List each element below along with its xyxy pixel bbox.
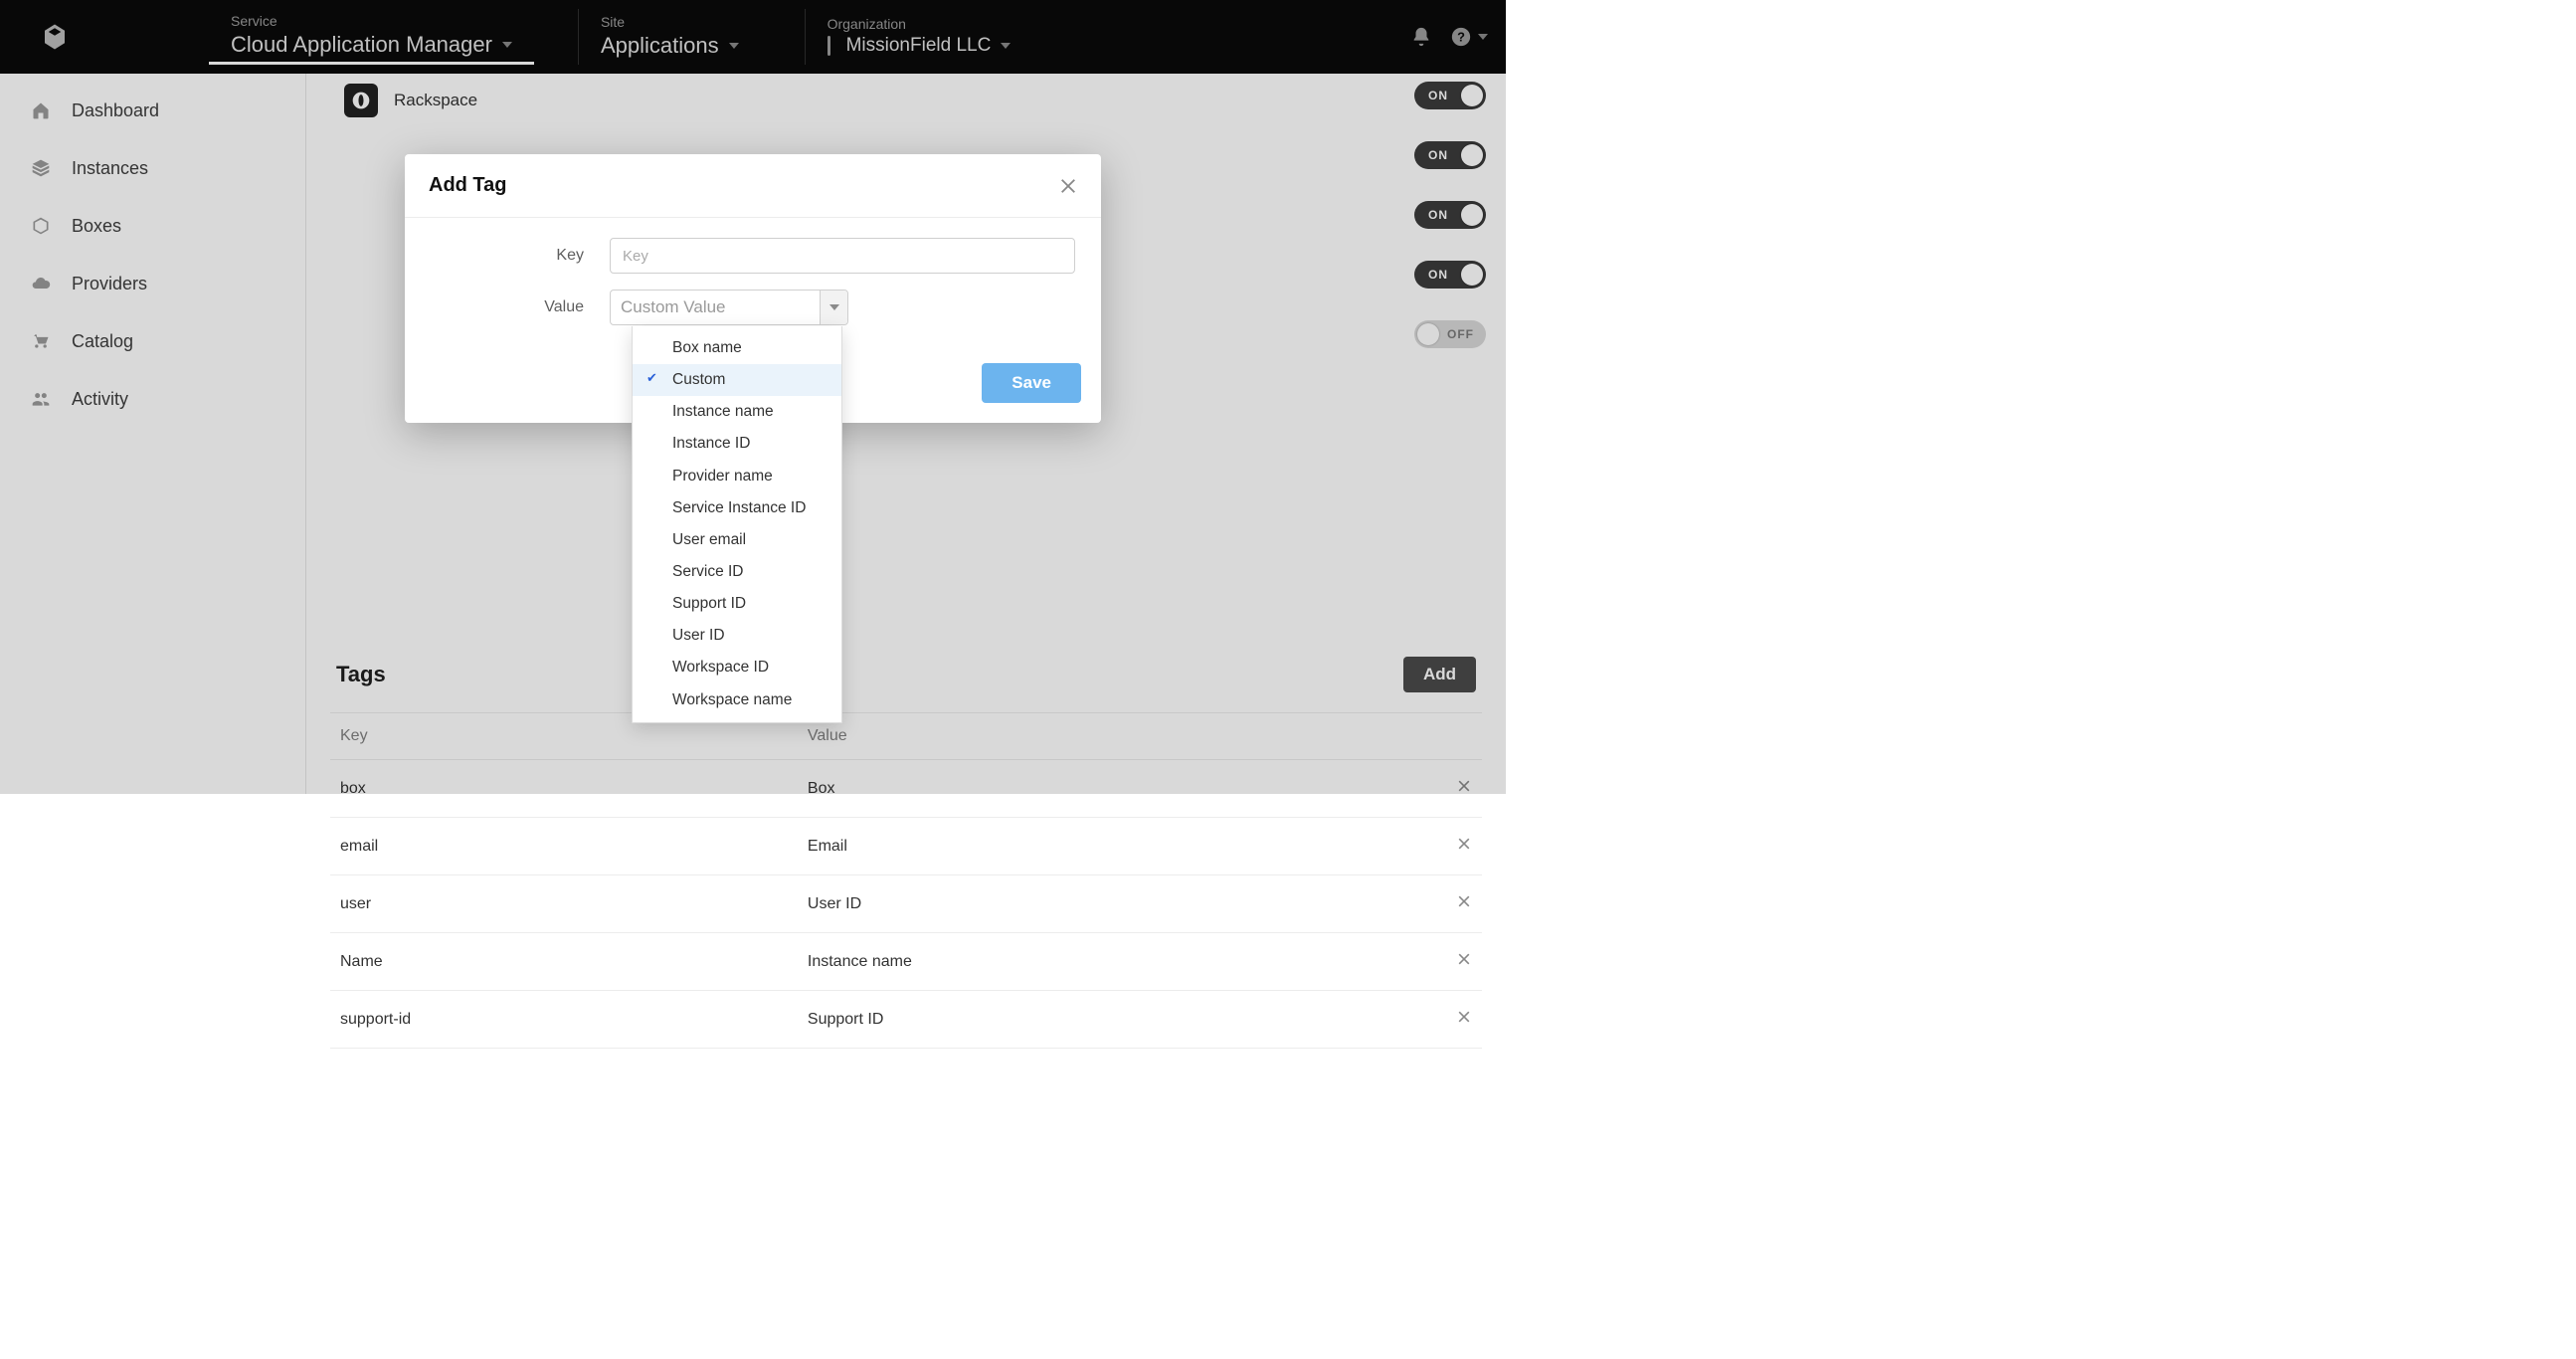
- table-row: support-idSupport ID: [330, 991, 1482, 1049]
- tag-value: Support ID: [798, 991, 1438, 1049]
- dropdown-option[interactable]: Workspace name: [633, 684, 841, 716]
- dropdown-option[interactable]: Box name: [633, 332, 841, 364]
- dropdown-option[interactable]: User ID: [633, 620, 841, 652]
- delete-tag-icon[interactable]: [1456, 1012, 1472, 1029]
- chevron-down-icon: [820, 291, 847, 324]
- dropdown-option[interactable]: Provider name: [633, 461, 841, 492]
- dropdown-option[interactable]: User email: [633, 524, 841, 556]
- tag-key: email: [330, 818, 798, 875]
- delete-tag-icon[interactable]: [1456, 896, 1472, 913]
- tag-key: support-id: [330, 991, 798, 1049]
- value-dropdown: Box nameCustomInstance nameInstance IDPr…: [632, 326, 842, 723]
- tag-value: Instance name: [798, 933, 1438, 991]
- close-icon[interactable]: [1059, 177, 1077, 195]
- dropdown-option[interactable]: Service Instance ID: [633, 492, 841, 524]
- table-row: NameInstance name: [330, 933, 1482, 991]
- save-button[interactable]: Save: [982, 363, 1081, 403]
- dropdown-option[interactable]: Service ID: [633, 556, 841, 588]
- dropdown-option[interactable]: Support ID: [633, 588, 841, 620]
- value-label: Value: [431, 298, 610, 316]
- value-select[interactable]: Custom Value: [610, 290, 848, 325]
- dropdown-option[interactable]: Custom: [633, 364, 841, 396]
- table-row: userUser ID: [330, 875, 1482, 933]
- tag-value: Email: [798, 818, 1438, 875]
- modal-title: Add Tag: [429, 174, 507, 197]
- dropdown-option[interactable]: Instance ID: [633, 428, 841, 460]
- tag-key: user: [330, 875, 798, 933]
- key-input[interactable]: [610, 238, 1075, 274]
- dropdown-option[interactable]: Workspace ID: [633, 652, 841, 683]
- dropdown-option[interactable]: Instance name: [633, 396, 841, 428]
- delete-tag-icon[interactable]: [1456, 954, 1472, 971]
- delete-tag-icon[interactable]: [1456, 839, 1472, 856]
- tag-value: User ID: [798, 875, 1438, 933]
- tag-key: Name: [330, 933, 798, 991]
- value-select-text: Custom Value: [621, 297, 726, 317]
- table-row: emailEmail: [330, 818, 1482, 875]
- key-label: Key: [431, 247, 610, 265]
